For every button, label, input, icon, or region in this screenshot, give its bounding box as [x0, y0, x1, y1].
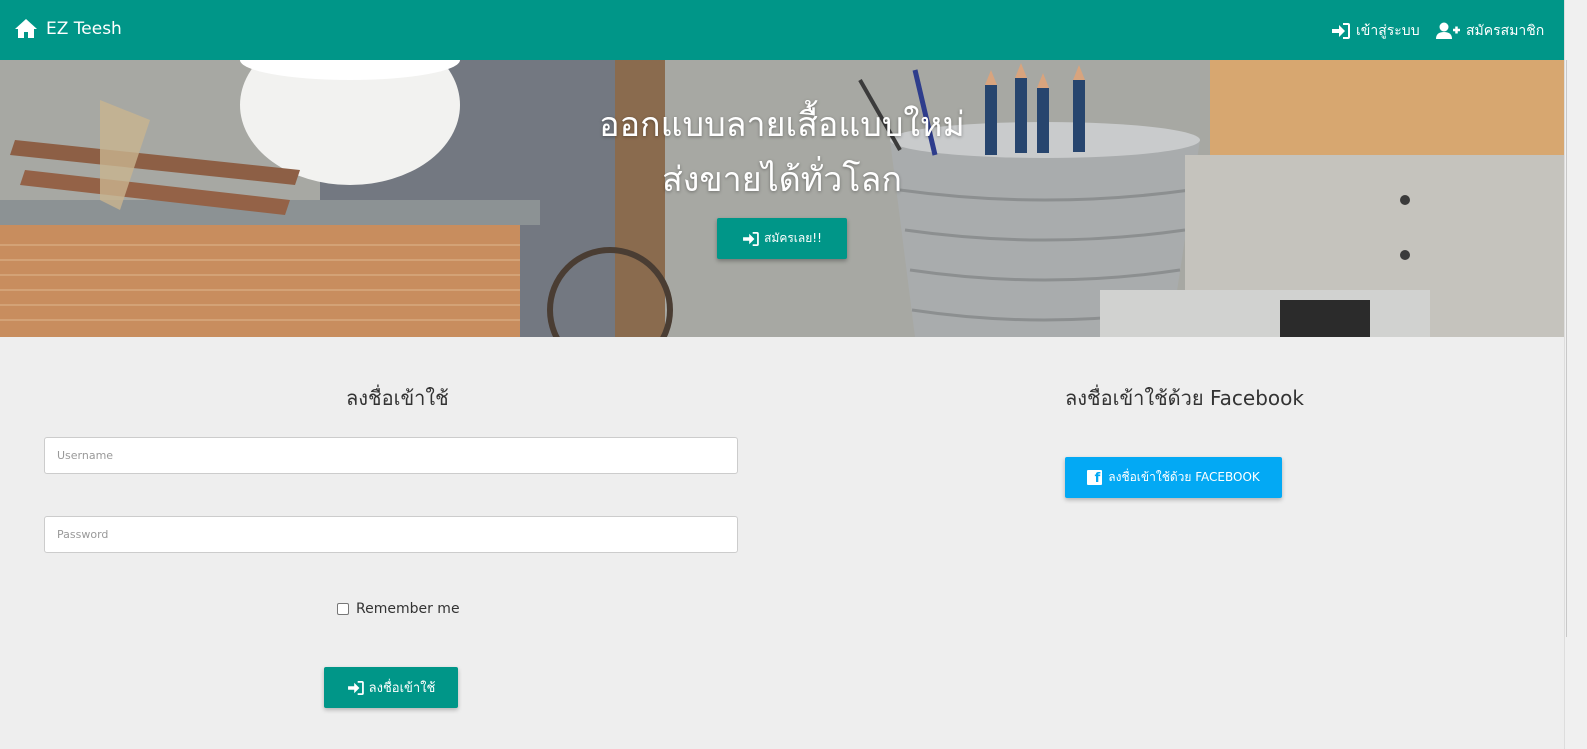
hero-signup-button[interactable]: สมัครเลย!! [717, 218, 847, 259]
login-section-title: ลงชื่อเข้าใช้ [346, 386, 449, 410]
user-plus-icon [1436, 22, 1460, 39]
top-navbar: EZ Teesh เข้าสู่ระบบ สมัครสมาชิก [0, 0, 1587, 60]
remember-me-control[interactable]: Remember me [337, 601, 460, 617]
hero-headline-line2: ส่งขายได้ทั่วโลก [662, 160, 902, 200]
hero-headline-line1: ออกแบบลายเสื้อแบบใหม่ [599, 105, 965, 145]
nav-login-link[interactable]: เข้าสู่ระบบ [1331, 20, 1420, 42]
remember-me-label: Remember me [356, 601, 460, 617]
remember-me-checkbox[interactable] [337, 603, 349, 615]
password-input[interactable]: Password [44, 516, 738, 553]
sign-in-icon [347, 680, 364, 695]
sign-in-icon [1332, 23, 1350, 39]
facebook-icon: f [1087, 470, 1103, 485]
brand-link[interactable]: EZ Teesh [14, 18, 122, 39]
facebook-section-title: ลงชื่อเข้าใช้ด้วย Facebook [1065, 386, 1304, 410]
page-scrollbar-thumb[interactable] [1566, 60, 1567, 637]
nav-register-link[interactable]: สมัครสมาชิก [1436, 20, 1544, 42]
home-icon [15, 19, 37, 38]
facebook-login-button[interactable]: f ลงชื่อเข้าใช้ด้วย FACEBOOK [1065, 457, 1282, 498]
facebook-login-label: ลงชื่อเข้าใช้ด้วย FACEBOOK [1108, 470, 1260, 484]
nav-register-label: สมัครสมาชิก [1466, 23, 1545, 39]
username-input[interactable]: Username [44, 437, 738, 474]
hero-signup-label: สมัครเลย!! [764, 231, 822, 245]
login-submit-label: ลงชื่อเข้าใช้ [368, 681, 436, 696]
sign-in-icon [743, 231, 759, 246]
hero-banner: ออกแบบลายเสื้อแบบใหม่ ส่งขายได้ทั่วโลก ส… [0, 60, 1587, 337]
login-submit-button[interactable]: ลงชื่อเข้าใช้ [324, 667, 458, 708]
brand-name: EZ Teesh [46, 18, 122, 39]
nav-login-label: เข้าสู่ระบบ [1356, 23, 1420, 39]
page-scrollbar[interactable] [1564, 0, 1587, 749]
